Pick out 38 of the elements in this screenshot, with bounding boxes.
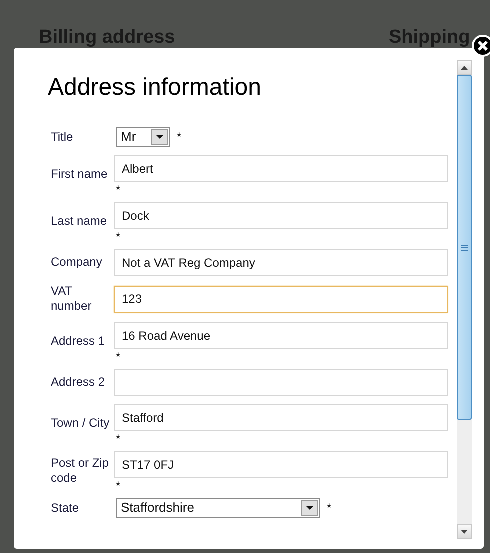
field-label: Title	[51, 130, 74, 144]
field-label: Address 2	[51, 375, 106, 390]
field-label: Company	[51, 255, 104, 270]
up-arrow-icon	[461, 66, 468, 70]
required-mark: *	[116, 431, 122, 443]
input-field[interactable]: 123	[114, 286, 448, 312]
dropdown[interactable]: Mr	[116, 127, 170, 147]
required-mark: *	[116, 182, 122, 194]
field-label: State	[51, 500, 80, 516]
field-label: Address 1	[51, 334, 106, 349]
grip-icon	[461, 244, 468, 250]
required-mark: *	[327, 501, 332, 515]
field-label: Town / City	[51, 416, 111, 431]
input-field[interactable]: 16 Road Avenue	[114, 322, 448, 349]
field-label: First name	[51, 167, 109, 182]
input-field[interactable]: Not a VAT Reg Company	[114, 249, 448, 276]
caret-icon	[156, 135, 164, 139]
required-mark: *	[116, 349, 122, 361]
dropdown[interactable]: Staffordshire	[116, 498, 320, 518]
dialog-title: Address information	[48, 74, 262, 102]
close-icon[interactable]	[472, 35, 490, 57]
down-arrow-icon	[461, 530, 468, 534]
required-mark: *	[116, 478, 122, 490]
field-label: Last name	[51, 214, 108, 229]
field-label: VAT number	[51, 284, 93, 314]
input-field[interactable]	[114, 369, 448, 396]
field-label: Post or Zip code	[51, 456, 110, 486]
input-field[interactable]: Stafford	[114, 404, 448, 431]
required-mark: *	[177, 130, 182, 144]
required-mark: *	[116, 229, 122, 241]
input-field[interactable]: ST17 0FJ	[114, 451, 448, 478]
scroll-thumb[interactable]	[457, 75, 472, 420]
input-field[interactable]: Dock	[114, 202, 448, 229]
scroll-down-button[interactable]	[457, 524, 472, 539]
input-field[interactable]: Albert	[114, 155, 448, 182]
caret-icon	[306, 506, 314, 510]
scroll-up-button[interactable]	[457, 60, 472, 75]
scrollbar[interactable]	[457, 60, 472, 539]
